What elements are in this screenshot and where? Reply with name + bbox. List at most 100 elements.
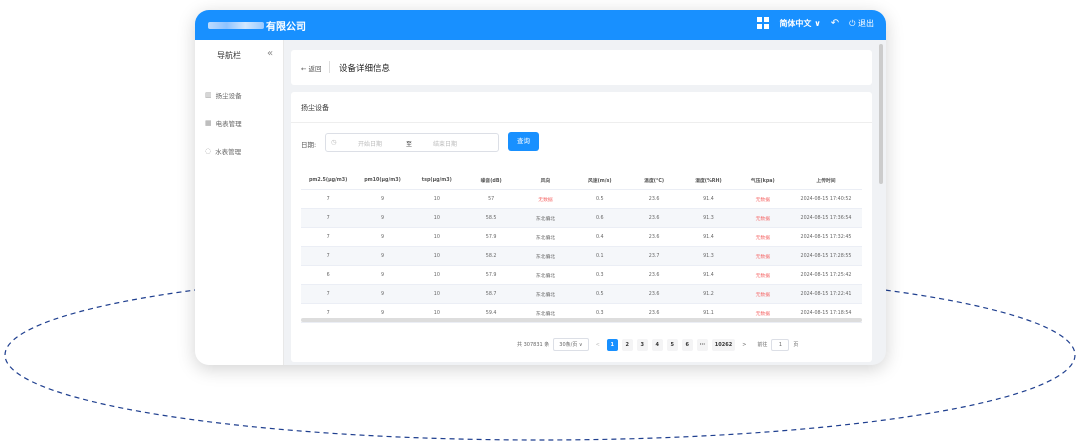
power-icon: ⏻	[849, 18, 856, 28]
table-cell: 91.4	[681, 227, 736, 247]
table-cell: 7	[301, 284, 356, 304]
table-cell: 57.9	[463, 265, 519, 285]
goto-label: 前往	[757, 342, 768, 348]
collapse-icon[interactable]: «	[267, 48, 273, 59]
logout-button[interactable]: ⏻ 退出	[849, 18, 874, 29]
table-cell: 10	[409, 265, 464, 285]
table-cell: 57.9	[463, 227, 519, 247]
table-row[interactable]: 7 9 10 58.7 东北偏北 0.5 23.6 91.2 无数据 2024-08-15 17:…	[301, 284, 862, 304]
horizontal-scrollbar[interactable]	[301, 318, 862, 322]
page-button[interactable]: 1	[606, 338, 618, 351]
table-cell: 0.1	[572, 246, 627, 266]
next-page-button[interactable]: >	[739, 342, 749, 348]
table-row[interactable]: 7 9 10 57.9 东北偏北 0.4 23.6 91.4 无数据 2024-08-15 17:…	[301, 227, 862, 247]
table-cell: 23.7	[626, 246, 682, 266]
table-cell: 23.6	[626, 227, 682, 247]
table-cell: 无数据	[518, 189, 573, 209]
table-row[interactable]: 7 9 10 57 无数据 0.5 23.6 91.4 无数据 2024-08-15 17:40:…	[301, 189, 862, 209]
table-row[interactable]: 6 9 10 57.9 东北偏北 0.3 23.6 91.4 无数据 2024-08-15 17:…	[301, 265, 862, 285]
table-cell: 2024-08-15 17:40:52	[790, 189, 862, 209]
range-separator: 至	[406, 141, 413, 148]
page-button[interactable]: 4	[651, 338, 663, 351]
page-button[interactable]: 3	[636, 338, 648, 351]
chevron-down-icon: ∨	[814, 18, 821, 28]
table-cell: 无数据	[735, 208, 790, 228]
table-cell: 10	[409, 189, 464, 209]
table-cell: 91.4	[681, 265, 736, 285]
table-cell: 9	[355, 208, 410, 228]
section-title: 扬尘设备	[301, 104, 329, 112]
column-header: 上传时间	[790, 171, 862, 190]
table-cell: 10	[409, 284, 464, 304]
table-row[interactable]: 7 9 10 58.5 东北偏北 0.6 23.6 91.3 无数据 2024-08-15 17:…	[301, 208, 862, 228]
table-cell: 58.5	[463, 208, 519, 228]
last-page-button[interactable]: 10262	[711, 338, 736, 351]
date-range-picker[interactable]: ◷ 开始日期 至 结束日期	[325, 133, 499, 152]
undo-icon[interactable]: ↶	[831, 18, 839, 29]
meter-icon: ▦	[205, 119, 212, 127]
date-label: 日期:	[301, 141, 317, 149]
table-cell: 23.6	[626, 284, 682, 304]
table-cell: 0.5	[572, 189, 627, 209]
table-cell: 东北偏北	[518, 208, 573, 228]
water-icon: ◌	[205, 147, 212, 155]
table-cell: 东北偏北	[518, 265, 573, 285]
table-cell: 91.4	[681, 189, 736, 209]
table-cell: 0.6	[572, 208, 627, 228]
table-cell: 东北偏北	[518, 246, 573, 266]
blurred-company-logo	[208, 22, 264, 29]
page-button[interactable]: 6	[681, 338, 693, 351]
pagination: 共 307831 条 30条/页 ∨ < 1 2 3 4 5 6 ··· 102…	[517, 338, 798, 351]
goto-unit: 页	[793, 342, 799, 348]
goto-page-input[interactable]: 1	[771, 338, 790, 351]
device-card: 扬尘设备 日期: ◷ 开始日期 至 结束日期 查询 pm2.5(μg/m3) p…	[291, 92, 872, 362]
page-button[interactable]: 5	[666, 338, 678, 351]
sidebar-item-dust[interactable]: ▥ 扬尘设备	[205, 90, 242, 100]
column-header: 湿度(%RH)	[681, 171, 736, 190]
sidebar-item-electric[interactable]: ▦ 电表管理	[205, 118, 242, 128]
page-size-select[interactable]: 30条/页 ∨	[553, 338, 589, 351]
company-name: 有限公司	[208, 18, 306, 33]
table-cell: 无数据	[735, 227, 790, 247]
sidebar: 导航栏 « ▥ 扬尘设备 ▦ 电表管理 ◌ 水表管理	[195, 40, 284, 365]
table-cell: 无数据	[735, 189, 790, 209]
table-cell: 9	[355, 189, 410, 209]
table-cell: 6	[301, 265, 356, 285]
table-cell: 23.6	[626, 208, 682, 228]
data-table: pm2.5(μg/m3) pm10(μg/m3) tsp(μg/m3) 噪音(d…	[301, 171, 862, 323]
header-divider	[329, 61, 330, 73]
sidebar-item-label: 扬尘设备	[215, 92, 242, 100]
end-date-input[interactable]: 结束日期	[433, 139, 457, 148]
back-button[interactable]: ← 返回	[301, 63, 322, 73]
query-button[interactable]: 查询	[508, 132, 539, 151]
table-cell: 57	[463, 189, 519, 209]
vertical-scrollbar[interactable]	[879, 44, 883, 184]
sidebar-item-water[interactable]: ◌ 水表管理	[205, 146, 241, 156]
table-cell: 23.6	[626, 265, 682, 285]
table-cell: 0.3	[572, 265, 627, 285]
logout-label: 退出	[858, 18, 874, 28]
chart-icon: ▥	[205, 91, 212, 99]
page-button[interactable]: 2	[621, 338, 633, 351]
start-date-input[interactable]: 开始日期	[358, 139, 382, 148]
column-header: tsp(μg/m3)	[409, 171, 464, 190]
column-header: 温度(°C)	[626, 171, 682, 190]
column-header: 风向	[518, 171, 573, 190]
language-select[interactable]: 简体中文 ∨	[779, 18, 820, 29]
table-row[interactable]: 7 9 10 58.2 东北偏北 0.1 23.7 91.3 无数据 2024-08-15 17:…	[301, 246, 862, 266]
top-bar-actions: 简体中文 ∨ ↶ ⏻ 退出	[757, 17, 874, 29]
table-cell: 7	[301, 189, 356, 209]
table-cell: 23.6	[626, 189, 682, 209]
page-title: 设备详细信息	[339, 64, 391, 74]
table-cell: 2024-08-15 17:36:54	[790, 208, 862, 228]
sidebar-item-label: 电表管理	[215, 120, 242, 128]
table-cell: 91.3	[681, 246, 736, 266]
table-cell: 7	[301, 227, 356, 247]
table-cell: 0.4	[572, 227, 627, 247]
clock-icon: ◷	[331, 138, 337, 146]
table-cell: 9	[355, 227, 410, 247]
apps-grid-icon[interactable]	[757, 17, 770, 29]
more-pages-button[interactable]: ···	[696, 338, 708, 351]
table-cell: 0.5	[572, 284, 627, 304]
prev-page-button[interactable]: <	[593, 342, 603, 348]
